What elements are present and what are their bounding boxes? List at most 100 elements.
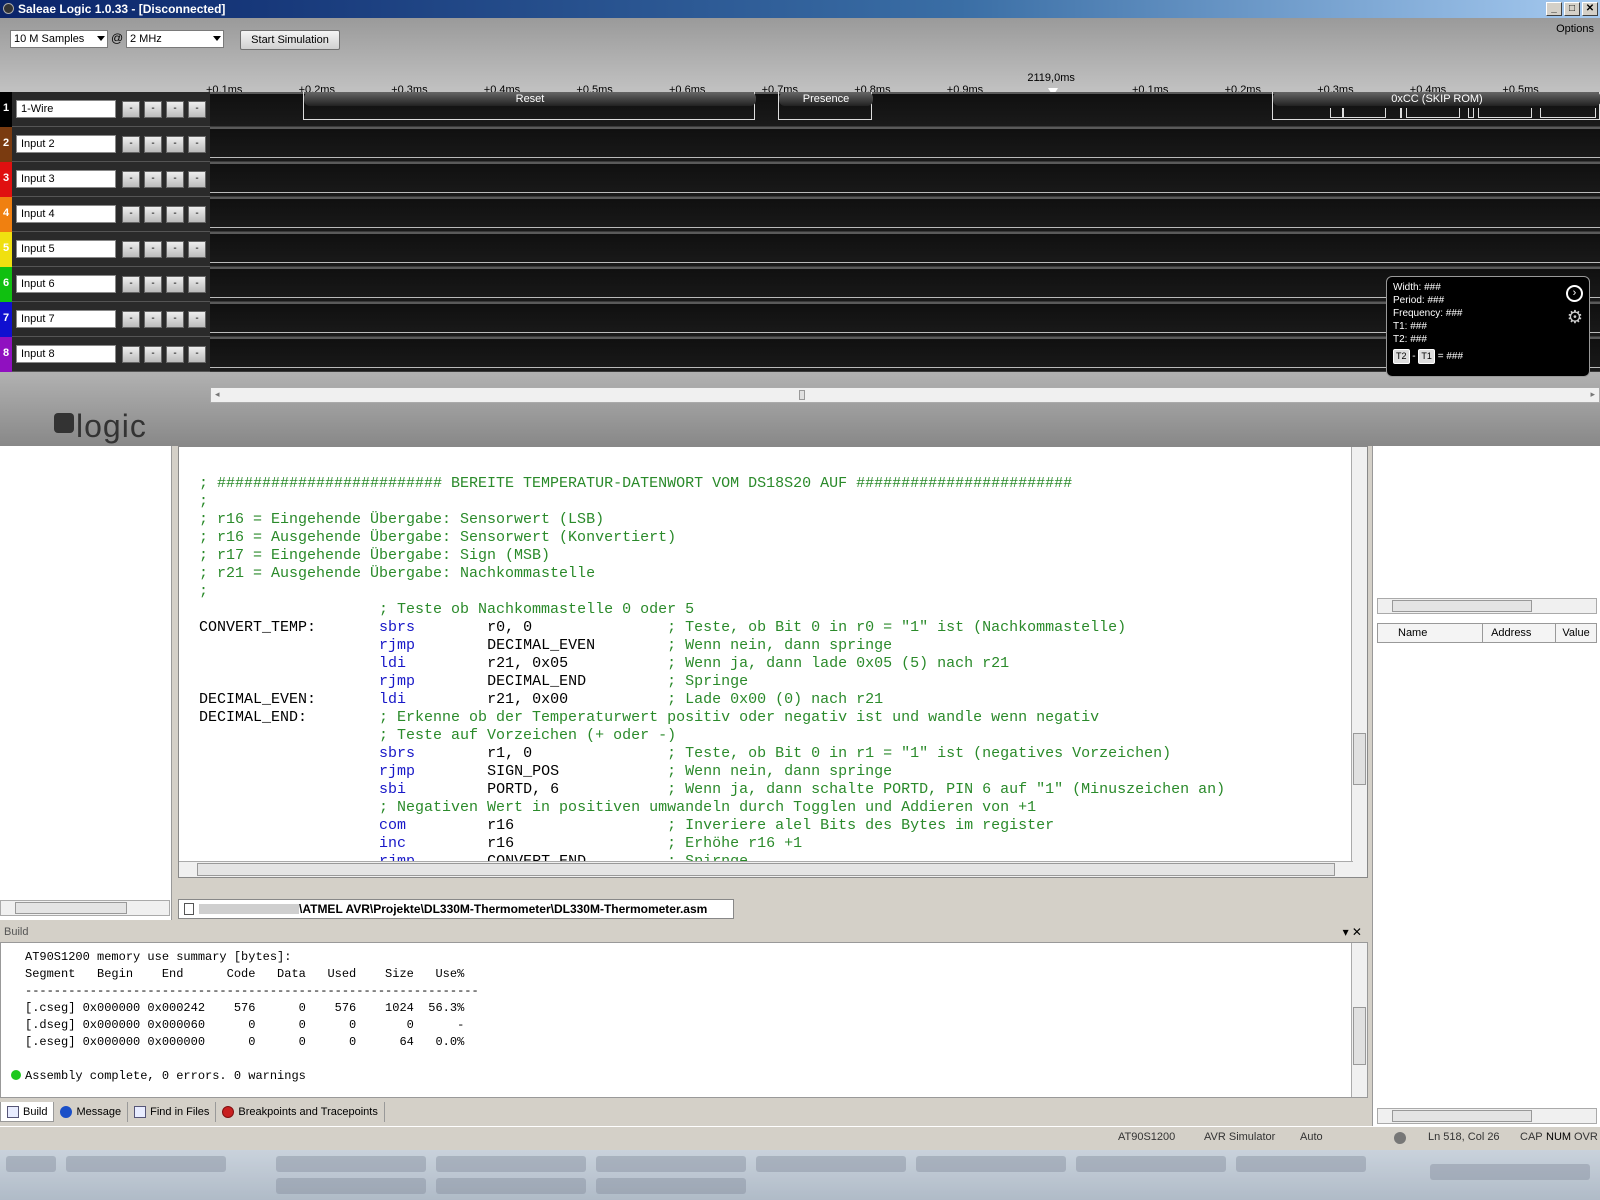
channel-option-button[interactable]: - — [122, 346, 140, 363]
channel-waveform[interactable] — [210, 232, 1600, 267]
scrollbar-thumb[interactable] — [1392, 600, 1532, 612]
channel-option-button[interactable]: - — [166, 311, 184, 328]
channel-option-button[interactable]: - — [166, 276, 184, 293]
taskbar-item[interactable] — [1076, 1156, 1226, 1172]
channel-option-button[interactable]: - — [166, 171, 184, 188]
build-output[interactable]: AT90S1200 memory use summary [bytes]: Seg… — [0, 942, 1368, 1098]
channel-option-button[interactable]: - — [144, 136, 162, 153]
code-line[interactable]: ; — [199, 493, 1349, 511]
code-line[interactable]: rjmp DECIMAL_END ; Springe — [199, 673, 1349, 691]
editor-horizontal-scrollbar[interactable] — [179, 861, 1353, 877]
channel-name-field[interactable]: Input 3 — [16, 170, 116, 188]
code-line[interactable]: ; Negativen Wert in positiven umwandeln … — [199, 799, 1349, 817]
chevron-right-icon[interactable]: › — [1566, 285, 1583, 302]
channel-option-button[interactable]: - — [122, 101, 140, 118]
tab-message[interactable]: Message — [54, 1102, 129, 1122]
build-scrollbar[interactable] — [1351, 943, 1367, 1097]
code-line[interactable]: ; r16 = Eingehende Übergabe: Sensorwert … — [199, 511, 1349, 529]
gear-icon[interactable]: ⚙ — [1567, 308, 1583, 326]
taskbar-item[interactable] — [276, 1178, 426, 1194]
scrollbar-thumb[interactable] — [15, 902, 127, 914]
project-scrollbar[interactable] — [0, 900, 170, 916]
code-line[interactable]: ldi r21, 0x05 ; Wenn ja, dann lade 0x05 … — [199, 655, 1349, 673]
code-line[interactable]: inc r16 ; Erhöhe r16 +1 — [199, 835, 1349, 853]
scrollbar-thumb[interactable] — [1353, 733, 1366, 785]
watch-col-name[interactable]: Name — [1378, 624, 1484, 642]
quick-launch[interactable] — [66, 1156, 226, 1172]
channel-waveform[interactable] — [210, 197, 1600, 232]
code-line[interactable]: DECIMAL_END: ; Erkenne ob der Temperatur… — [199, 709, 1349, 727]
scrollbar-thumb[interactable] — [799, 390, 805, 400]
channel-option-button[interactable]: - — [188, 206, 206, 223]
watch-scrollbar[interactable] — [1377, 1108, 1597, 1124]
channel-waveform[interactable] — [210, 127, 1600, 162]
channel-option-button[interactable]: - — [188, 346, 206, 363]
channel-name-field[interactable]: Input 8 — [16, 345, 116, 363]
channel-option-button[interactable]: - — [144, 276, 162, 293]
code-line[interactable]: ; ######################### BEREITE TEMP… — [199, 475, 1349, 493]
scrollbar-thumb[interactable] — [197, 863, 1335, 876]
reset-frame[interactable]: Reset — [303, 92, 756, 120]
code-line[interactable]: rjmp DECIMAL_EVEN ; Wenn nein, dann spri… — [199, 637, 1349, 655]
code-line[interactable]: com r16 ; Inveriere alel Bits des Bytes … — [199, 817, 1349, 835]
close-button[interactable]: ✕ — [1582, 2, 1598, 16]
channel-option-button[interactable]: - — [122, 206, 140, 223]
channel-name-field[interactable]: Input 6 — [16, 275, 116, 293]
channel-option-button[interactable]: - — [122, 276, 140, 293]
start-simulation-button[interactable]: Start Simulation — [240, 30, 340, 50]
channel-option-button[interactable]: - — [122, 311, 140, 328]
channel-option-button[interactable]: - — [122, 136, 140, 153]
channel-name-field[interactable]: Input 5 — [16, 240, 116, 258]
taskbar-item[interactable] — [596, 1178, 746, 1194]
taskbar-item[interactable] — [756, 1156, 906, 1172]
channel-option-button[interactable]: - — [166, 241, 184, 258]
code-line[interactable]: ; r17 = Eingehende Übergabe: Sign (MSB) — [199, 547, 1349, 565]
channel-waveform[interactable] — [210, 162, 1600, 197]
channel-option-button[interactable]: - — [166, 101, 184, 118]
t2-chip[interactable]: T2 — [1393, 349, 1410, 364]
code-line[interactable]: CONVERT_TEMP: sbrs r0, 0 ; Teste, ob Bit… — [199, 619, 1349, 637]
taskbar-item[interactable] — [1236, 1156, 1366, 1172]
channel-name-field[interactable]: Input 2 — [16, 135, 116, 153]
channel-option-button[interactable]: - — [122, 171, 140, 188]
start-button[interactable] — [6, 1156, 56, 1172]
file-tab[interactable]: \ATMEL AVR\Projekte\DL330M-Thermometer\D… — [178, 899, 734, 919]
code-line[interactable]: ; r16 = Ausgehende Übergabe: Sensorwert … — [199, 529, 1349, 547]
channel-option-button[interactable]: - — [144, 346, 162, 363]
channel-option-button[interactable]: - — [166, 206, 184, 223]
channel-option-button[interactable]: - — [144, 101, 162, 118]
tab-find-in-files[interactable]: Find in Files — [128, 1102, 217, 1122]
timeline-scrollbar[interactable]: ◂ ▸ — [210, 387, 1600, 403]
channel-option-button[interactable]: - — [144, 311, 162, 328]
code-editor[interactable]: ; ######################### BEREITE TEMP… — [178, 446, 1368, 878]
code-line[interactable]: ; Teste ob Nachkommastelle 0 oder 5 — [199, 601, 1349, 619]
channel-option-button[interactable]: - — [188, 136, 206, 153]
scrollbar-thumb[interactable] — [1353, 1007, 1366, 1065]
channel-option-button[interactable]: - — [144, 206, 162, 223]
channel-name-field[interactable]: Input 4 — [16, 205, 116, 223]
t1-chip[interactable]: T1 — [1418, 349, 1435, 364]
code-line[interactable]: sbrs r1, 0 ; Teste, ob Bit 0 in r1 = "1"… — [199, 745, 1349, 763]
channel-option-button[interactable]: - — [166, 346, 184, 363]
channel-name-field[interactable]: Input 7 — [16, 310, 116, 328]
channel-waveform[interactable]: Reset Presence 0xCC (SKIP ROM) — [210, 92, 1600, 127]
watch-col-address[interactable]: Address — [1483, 624, 1557, 642]
channel-option-button[interactable]: - — [188, 276, 206, 293]
system-tray[interactable] — [1430, 1164, 1590, 1180]
io-scrollbar[interactable] — [1377, 598, 1597, 614]
scroll-right-icon[interactable]: ▸ — [1590, 389, 1595, 400]
samples-select[interactable]: 10 M Samples — [10, 30, 108, 48]
code-line[interactable]: rjmp SIGN_POS ; Wenn nein, dann springe — [199, 763, 1349, 781]
taskbar-item[interactable] — [596, 1156, 746, 1172]
source-code[interactable]: ; ######################### BEREITE TEMP… — [199, 475, 1349, 877]
channel-option-button[interactable]: - — [144, 171, 162, 188]
taskbar-item[interactable] — [916, 1156, 1066, 1172]
editor-vertical-scrollbar[interactable] — [1351, 447, 1367, 877]
maximize-button[interactable]: □ — [1564, 2, 1580, 16]
tab-breakpoints[interactable]: Breakpoints and Tracepoints — [216, 1102, 385, 1122]
code-line[interactable]: ; r21 = Ausgehende Übergabe: Nachkommast… — [199, 565, 1349, 583]
channel-option-button[interactable]: - — [166, 136, 184, 153]
channel-name-field[interactable]: 1-Wire — [16, 100, 116, 118]
scrollbar-thumb[interactable] — [1392, 1110, 1532, 1122]
channel-option-button[interactable]: - — [188, 311, 206, 328]
